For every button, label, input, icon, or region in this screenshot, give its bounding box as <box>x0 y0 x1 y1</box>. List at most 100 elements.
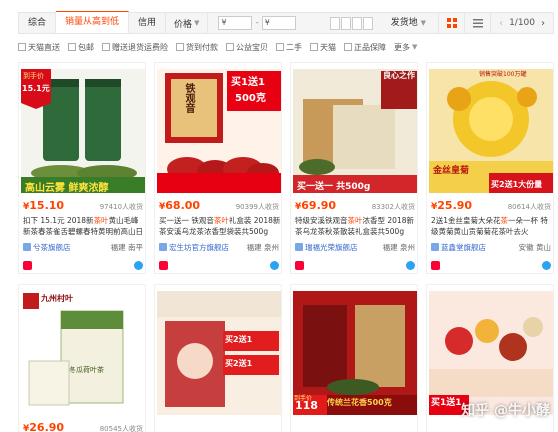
shop-row: 蓝鑫堂旗舰店 安徽 黄山 <box>431 241 551 253</box>
next-page-icon[interactable]: › <box>541 18 545 29</box>
image-product-name: 冬瓜荷叶茶 <box>69 366 104 374</box>
product-card[interactable]: 良心之作 买一送一 共500g ¥69.90 83302人收货 特级安溪铁观音茶… <box>290 62 418 274</box>
location-label: 发货地 <box>390 18 418 28</box>
checkbox[interactable] <box>176 43 184 51</box>
badges <box>159 259 279 271</box>
filter-label: 天猫直送 <box>28 42 60 52</box>
product-title[interactable]: 扣下 15.1元 2018新茶叶黄山毛峰新茶春茶雀舌碧螺春特黄明前高山日照 云雾… <box>23 215 145 237</box>
wangwang-chat-icon[interactable] <box>134 260 143 270</box>
badges <box>295 259 415 271</box>
prev-page-icon[interactable]: ‹ <box>499 18 503 29</box>
filter-label: 天猫 <box>320 42 336 52</box>
price-bin[interactable] <box>362 16 373 30</box>
product-title[interactable]: 2送1金丝皇菊大朵花茶一朵一杯 特级黄菊黄山贡菊菊花茶叶去火 <box>431 215 553 237</box>
tmall-icon[interactable] <box>295 260 304 270</box>
price: ¥15.10 <box>23 199 65 212</box>
grid-icon <box>446 18 457 28</box>
price-distribution[interactable] <box>329 16 373 30</box>
checkbox[interactable] <box>310 43 318 51</box>
shop-row: 兮茶旗舰店 福建 南平 <box>23 241 143 253</box>
product-image[interactable] <box>157 291 281 415</box>
sort-tab-default[interactable]: 综合 <box>19 13 57 33</box>
tmall-icon[interactable] <box>159 260 168 270</box>
sort-price[interactable]: 价格 ▼ <box>166 13 209 33</box>
ribbon-price: 销售突破100万罐 <box>479 71 527 78</box>
price: ¥69.90 <box>295 199 337 212</box>
image-banner: 高山云雾 鲜爽浓醇 <box>25 183 109 194</box>
product-card[interactable]: 金丝皇菊 销售突破100万罐 买2送1大份量 ¥25.90 80614人收货 2… <box>426 62 554 274</box>
checkbox[interactable] <box>102 43 110 51</box>
filters-more-button[interactable]: 更多 ▼ <box>394 42 417 53</box>
price-from-input[interactable]: ¥ <box>218 16 253 30</box>
product-title[interactable]: 特级安溪铁观音茶叶浓香型 2018新茶乌龙茶秋茶散装礼盒装共500g <box>295 215 417 237</box>
product-image[interactable] <box>293 69 417 193</box>
filter-tmall[interactable]: 天猫 <box>310 42 336 53</box>
price: ¥25.90 <box>431 199 473 212</box>
image-brand: 九州村叶 <box>41 294 73 303</box>
ribbon-label: 买1送1 <box>431 398 462 408</box>
shop-name: 兮茶旗舰店 <box>33 242 71 252</box>
price-value: 25.90 <box>437 199 473 212</box>
wangwang-chat-icon[interactable] <box>406 260 415 270</box>
shop-link[interactable]: 瑞福光荣旗舰店 <box>295 242 358 253</box>
filter-genuine[interactable]: 正品保障 <box>344 42 386 53</box>
price-bin[interactable] <box>351 16 362 30</box>
image-banner: 传统兰花香500克 <box>327 398 392 407</box>
product-title[interactable]: 买一送一 铁观音茶叶礼盒装 2018新茶安溪乌龙茶浓香型袋装共500g <box>159 215 281 237</box>
sales-count: 80614人收货 <box>507 203 551 211</box>
product-card[interactable]: 铁观音 买1送1 500克 ¥68.00 90399人收货 买一送一 铁观音茶叶… <box>154 62 282 274</box>
location-filter[interactable]: 发货地 ▼ <box>390 13 440 33</box>
title-part: 2送1金丝皇菊大朵花 <box>431 216 501 225</box>
list-icon <box>472 19 483 28</box>
product-card[interactable]: 买2送1 买2送1 <box>154 284 282 432</box>
list-view-button[interactable] <box>465 13 492 33</box>
tmall-icon[interactable] <box>431 260 440 270</box>
checkbox[interactable] <box>344 43 352 51</box>
page-indicator: 1/100 <box>509 18 535 28</box>
sort-tab-credit[interactable]: 信用 <box>129 13 167 33</box>
product-card[interactable]: 九州村叶 冬瓜荷叶茶 ¥26.90 80545人收货 <box>18 284 146 432</box>
product-card[interactable]: 到手价 15.1元 高山云雾 鲜爽浓醇 ¥15.10 97410人收货 扣下 1… <box>18 62 146 274</box>
product-card[interactable]: 到手价 传统兰花香500克 118 <box>290 284 418 432</box>
pager: ‹ 1/100 › <box>491 18 553 29</box>
filter-cod[interactable]: 货到付款 <box>176 42 218 53</box>
filter-secondhand[interactable]: 二手 <box>276 42 302 53</box>
filter-return-insurance[interactable]: 赠送退货运费险 <box>102 42 168 53</box>
price-bin[interactable] <box>329 16 340 30</box>
price-bin[interactable] <box>340 16 351 30</box>
checkbox[interactable] <box>68 43 76 51</box>
ribbon-label: 金丝皇菊 <box>433 166 470 176</box>
wangwang-chat-icon[interactable] <box>542 260 551 270</box>
checkbox[interactable] <box>276 43 284 51</box>
ribbon-price: 15.1元 <box>22 84 50 93</box>
filter-label: 二手 <box>286 42 302 52</box>
filter-free-shipping[interactable]: 包邮 <box>68 42 94 53</box>
price-row: ¥25.90 80614人收货 <box>431 199 551 213</box>
filter-charity[interactable]: 公益宝贝 <box>226 42 268 53</box>
grid-view-button[interactable] <box>439 13 466 33</box>
shop-link[interactable]: 兮茶旗舰店 <box>23 242 71 253</box>
shop-link[interactable]: 蓝鑫堂旗舰店 <box>431 242 486 253</box>
ship-location: 福建 泉州 <box>246 242 279 252</box>
wangwang-chat-icon[interactable] <box>270 260 279 270</box>
price-to-input[interactable]: ¥ <box>261 16 296 30</box>
title-part: 特级安溪铁观音 <box>295 216 348 225</box>
product-image[interactable] <box>21 291 145 415</box>
checkbox[interactable] <box>18 43 26 51</box>
shop-row: 瑞福光荣旗舰店 福建 泉州 <box>295 241 415 253</box>
ribbon-label: 买1送1 <box>231 77 265 88</box>
filter-label: 包邮 <box>78 42 94 52</box>
checkbox[interactable] <box>226 43 234 51</box>
sales-count: 97410人收货 <box>99 203 143 211</box>
chevron-down-icon: ▼ <box>412 43 418 51</box>
chevron-down-icon: ▼ <box>194 19 200 27</box>
ship-location: 福建 南平 <box>110 242 143 252</box>
ship-location: 安徽 黄山 <box>518 242 551 252</box>
filter-tmall-direct[interactable]: 天猫直送 <box>18 42 60 53</box>
ship-location: 福建 泉州 <box>382 242 415 252</box>
shop-link[interactable]: 宏生坊官方旗舰店 <box>159 242 229 253</box>
sort-tab-sales[interactable]: 销量从高到低 <box>56 11 130 33</box>
price-range: ¥ - ¥ <box>218 16 296 30</box>
shop-icon <box>431 243 439 251</box>
tmall-icon[interactable] <box>23 260 32 270</box>
